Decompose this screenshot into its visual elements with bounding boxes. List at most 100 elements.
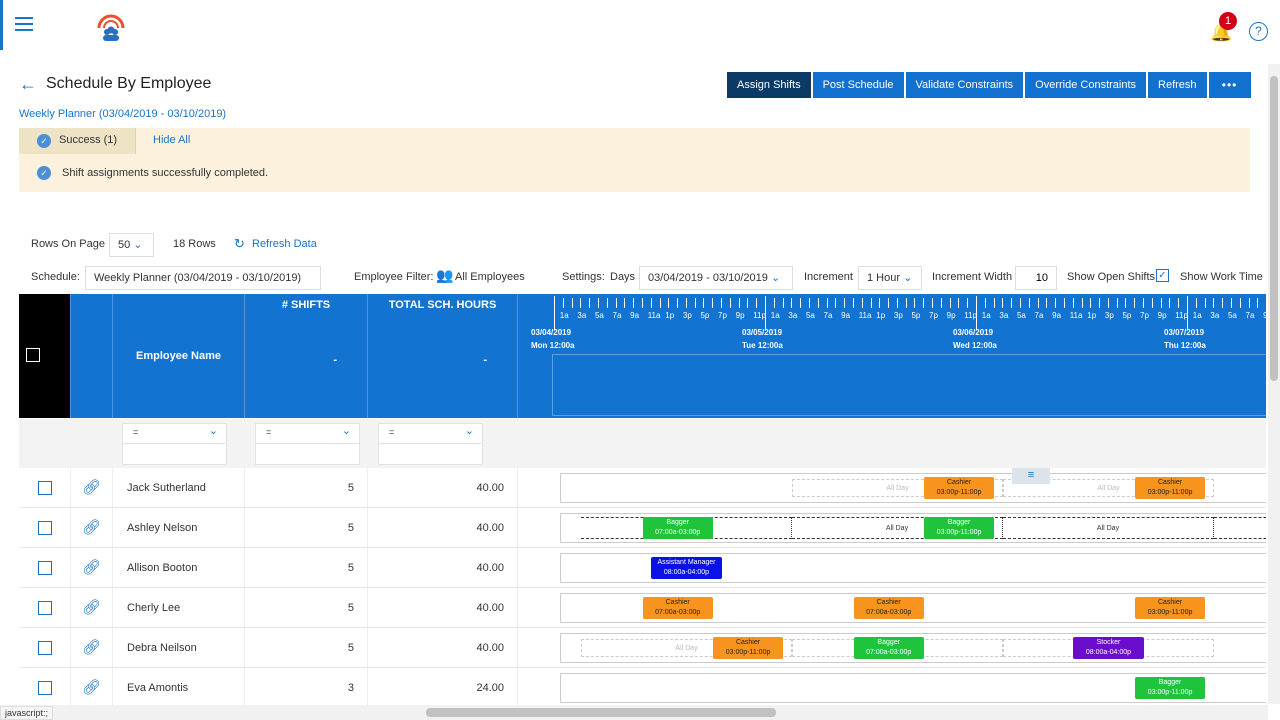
horizontal-scrollbar-thumb[interactable] [426, 708, 776, 717]
table-row: 🔗︎ Eva Amontis 3 24.00 Bagger 03:00p-11:0… [19, 668, 1266, 708]
shift-count: 5 [245, 468, 368, 508]
link-icon[interactable]: 🔗︎ [71, 468, 113, 508]
total-hours: 40.00 [368, 468, 518, 508]
hour-tick [1099, 298, 1101, 308]
open-shift[interactable]: All Day [1003, 517, 1214, 539]
employee-filter-value[interactable]: All Employees [455, 271, 525, 283]
hour-tick [782, 298, 784, 308]
hour-tick [1187, 298, 1188, 308]
hour-tick [659, 298, 661, 308]
refresh-icon[interactable]: ↻ [234, 236, 245, 252]
row-checkbox[interactable] [37, 681, 52, 696]
employee-name[interactable]: Jack Sutherland [113, 468, 245, 508]
link-icon[interactable]: 🔗︎ [71, 668, 113, 708]
link-icon[interactable]: 🔗︎ [71, 508, 113, 548]
total-hours: 40.00 [368, 628, 518, 668]
success-tab[interactable]: ✓ Success (1) [19, 128, 136, 154]
shift-block[interactable]: Cashier 07:00a-03:00p [642, 597, 713, 619]
shift-block[interactable]: Cashier 03:00p-11:00p [1134, 597, 1206, 619]
hour-tick [932, 298, 934, 308]
shifts-filter-operator[interactable]: = [256, 424, 359, 444]
shift-block[interactable]: Bagger 07:00a-03:00p [642, 517, 713, 539]
link-icon[interactable]: 🔗︎ [71, 628, 113, 668]
hour-tick [1081, 298, 1083, 308]
rows-on-page-label: Rows On Page [31, 238, 105, 250]
shift-block[interactable]: Bagger 03:00p-11:00p [1134, 677, 1206, 699]
shift-count: 5 [245, 628, 368, 668]
hours-filter-operator[interactable]: = [379, 424, 482, 444]
hour-label: 5p [1122, 311, 1132, 320]
rows-on-page-select[interactable]: 50 [109, 233, 154, 257]
hide-all-link[interactable]: Hide All [153, 134, 190, 146]
row-checkbox[interactable] [37, 481, 52, 496]
assign-shifts-button[interactable]: Assign Shifts [727, 72, 811, 98]
refresh-button[interactable]: Refresh [1148, 72, 1207, 98]
hour-label: 9a [1052, 311, 1062, 320]
shift-block[interactable]: Cashier 03:00p-11:00p [1134, 477, 1206, 499]
help-icon[interactable]: ? [1249, 22, 1268, 41]
shift-block[interactable]: Cashier 07:00a-03:00p [853, 597, 924, 619]
hour-tick [1002, 298, 1004, 308]
open-shift[interactable] [1214, 517, 1266, 539]
hour-label: 7p [718, 311, 727, 320]
hours-header[interactable]: TOTAL SCH. HOURS - [368, 294, 518, 418]
hour-tick [861, 298, 863, 308]
shift-block[interactable]: Assistant Manager 08:00a-04:00p [651, 557, 722, 579]
name-filter-operator[interactable]: = [123, 424, 226, 444]
employee-name[interactable]: Cherly Lee [113, 588, 245, 628]
timeline-header: 1a 3a 5a 7a 9a 11a 1p 3p 5p 7p 9p 11p 03/04/2019 Mon … [518, 294, 1266, 418]
name-filter[interactable]: = [122, 423, 227, 465]
hour-tick [1160, 298, 1162, 308]
hour-tick [624, 298, 626, 308]
hour-tick [888, 298, 890, 308]
shifts-header[interactable]: # SHIFTS - [245, 294, 368, 418]
menu-icon[interactable] [15, 17, 33, 31]
shift-block[interactable]: Stocker 08:00a-04:00p [1073, 637, 1144, 659]
schedule-link[interactable]: Weekly Planner (03/04/2019 - 03/10/2019) [19, 108, 226, 120]
employee-name[interactable]: Eva Amontis [113, 668, 245, 708]
back-arrow-icon[interactable]: ← [19, 74, 37, 95]
increment-width-input[interactable] [1015, 266, 1057, 290]
shift-block[interactable]: Cashier 03:00p-11:00p [712, 637, 784, 659]
schedule-select[interactable]: Weekly Planner (03/04/2019 - 03/10/2019) [85, 266, 321, 290]
hour-tick [835, 298, 837, 308]
override-constraints-button[interactable]: Override Constraints [1025, 72, 1147, 98]
increment-select[interactable]: 1 Hour [858, 266, 922, 290]
hour-label: 1a [1192, 311, 1202, 320]
row-checkbox[interactable] [37, 521, 52, 536]
link-icon[interactable]: 🔗︎ [71, 588, 113, 628]
increment-width-label: Increment Width [932, 271, 1013, 283]
more-options-button[interactable]: ••• [1208, 72, 1251, 98]
select-all-checkbox[interactable] [26, 348, 40, 362]
row-checkbox[interactable] [37, 641, 52, 656]
link-icon[interactable]: 🔗︎ [71, 548, 113, 588]
shift-block[interactable]: Cashier 03:00p-11:00p [923, 477, 995, 499]
vertical-scrollbar-thumb[interactable] [1270, 76, 1278, 381]
hour-tick [554, 298, 555, 308]
shift-block[interactable]: Bagger 07:00a-03:00p [853, 637, 924, 659]
row-checkbox[interactable] [37, 601, 52, 616]
refresh-data-link[interactable]: Refresh Data [252, 238, 317, 250]
hour-tick [1151, 298, 1153, 308]
hours-filter[interactable]: = [378, 423, 483, 465]
collapse-handle-icon[interactable]: ≡ [1012, 468, 1050, 484]
hour-tick [1239, 298, 1241, 308]
days-select[interactable]: 03/04/2019 - 03/10/2019 [639, 266, 793, 290]
employee-name[interactable]: Debra Neilson [113, 628, 245, 668]
employee-name[interactable]: Ashley Nelson [113, 508, 245, 548]
employee-name-header[interactable]: Employee Name [113, 294, 245, 418]
row-checkbox[interactable] [37, 561, 52, 576]
shift-block[interactable]: Bagger 03:00p-11:00p [923, 517, 995, 539]
day-date-label: 03/06/2019 [953, 328, 994, 337]
post-schedule-button[interactable]: Post Schedule [812, 72, 904, 98]
hour-tick [1063, 298, 1065, 308]
hour-label: 1a [770, 311, 780, 320]
employee-name[interactable]: Allison Booton [113, 548, 245, 588]
employee-timeline: All Day All Day Bagger 07:00a-03:00p Bagger 0… [559, 511, 1266, 545]
shifts-filter[interactable]: = [255, 423, 360, 465]
shift-role: Assistant Manager [657, 559, 716, 566]
hour-tick [1055, 298, 1057, 308]
shift-role: Stocker [1096, 639, 1121, 646]
show-open-shifts-checkbox[interactable]: ✓ [1156, 269, 1169, 282]
validate-constraints-button[interactable]: Validate Constraints [905, 72, 1024, 98]
